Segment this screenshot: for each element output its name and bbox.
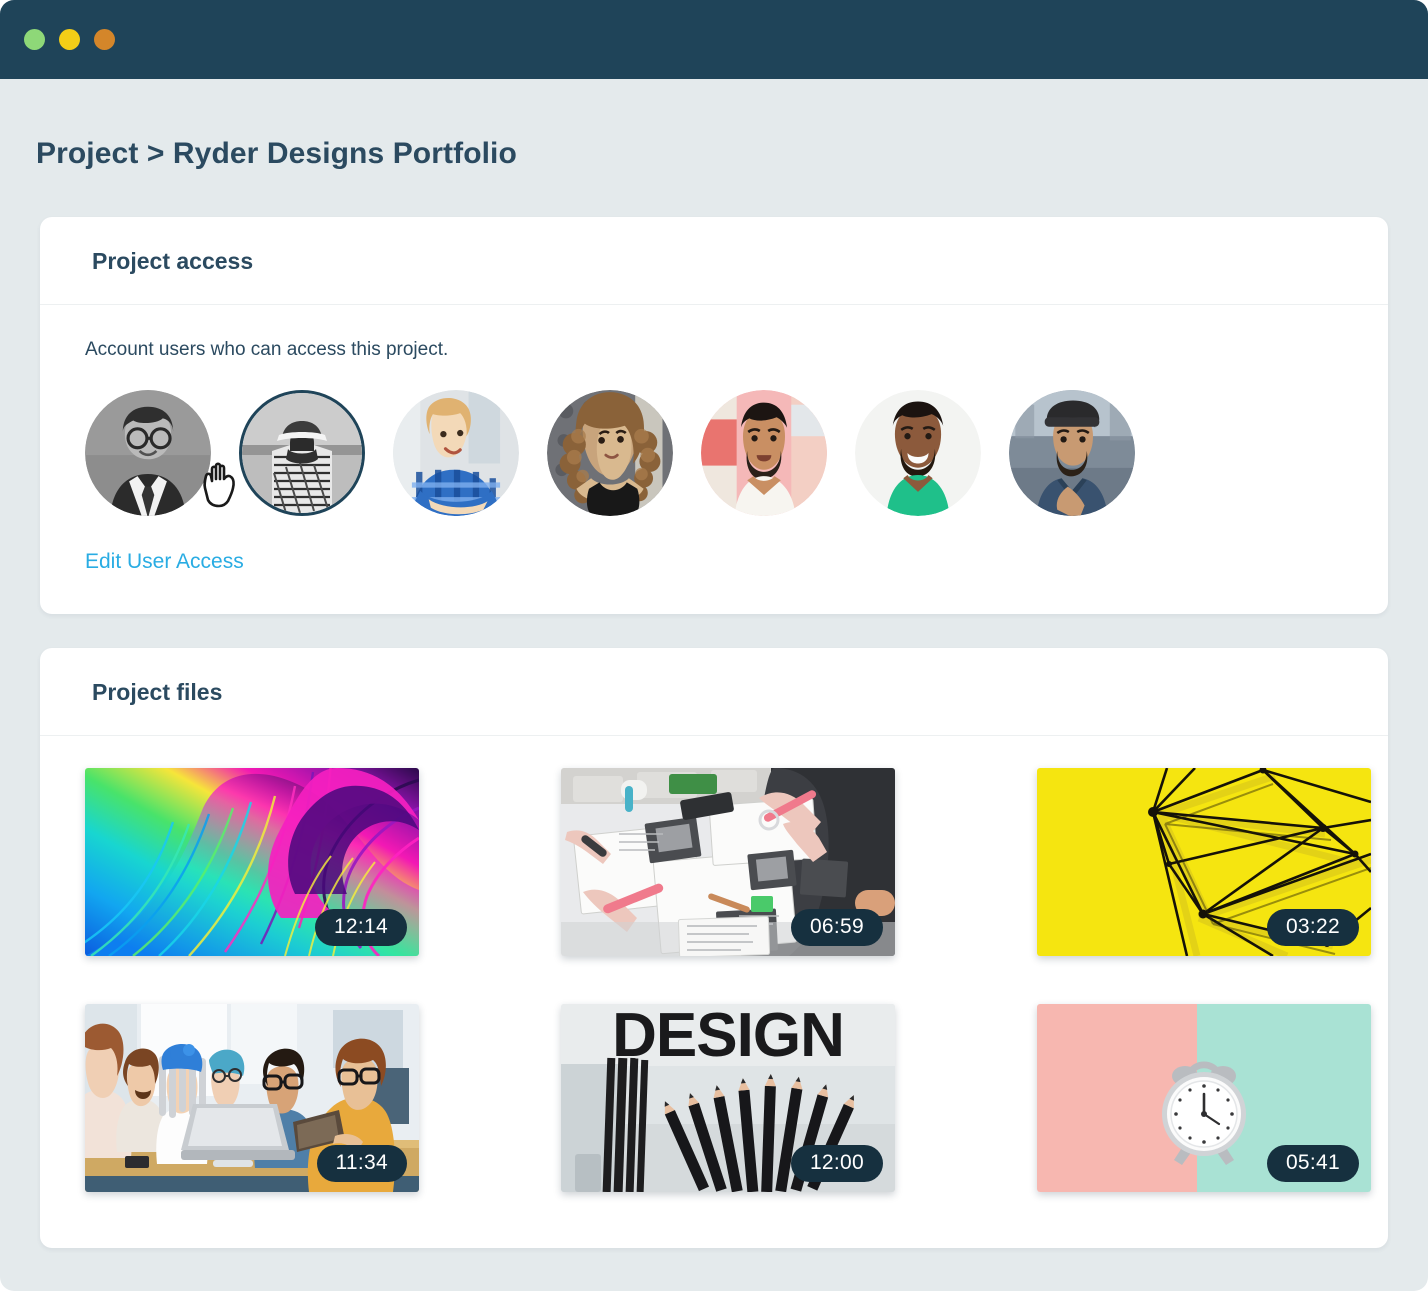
avatar-user-1[interactable] (85, 390, 211, 516)
duration-badge: 05:41 (1266, 1145, 1359, 1182)
project-files-header: Project files (40, 648, 1388, 736)
file-thumbnail-5[interactable]: DESIGN 12:00 (561, 1004, 895, 1192)
file-thumbnail-3[interactable]: 03:22 (1037, 768, 1371, 956)
project-files-card: Project files 12:14 06:59 03:22 11:34 DE… (40, 648, 1388, 1248)
project-access-card: Project access Account users who can acc… (40, 217, 1388, 614)
avatar-user-7[interactable] (1009, 390, 1135, 516)
maximize-button[interactable] (94, 29, 115, 50)
file-thumbnail-4[interactable]: 11:34 (85, 1004, 419, 1192)
avatar-user-4-wrapper (547, 390, 673, 516)
duration-badge: 12:14 (314, 909, 407, 946)
duration-badge: 11:34 (316, 1145, 407, 1182)
avatar-user-5[interactable] (701, 390, 827, 516)
avatar-user-4[interactable] (547, 390, 673, 516)
project-access-header: Project access (40, 217, 1388, 305)
breadcrumb[interactable]: Project > Ryder Designs Portfolio (36, 79, 1388, 171)
file-thumbnail-1[interactable]: 12:14 (85, 768, 419, 956)
project-files-body: 12:14 06:59 03:22 11:34 DESIGN 12:00 05:… (40, 736, 1388, 1248)
project-access-body: Account users who can access this projec… (40, 305, 1388, 614)
file-thumbnail-2[interactable]: 06:59 (561, 768, 895, 956)
file-grid: 12:14 06:59 03:22 11:34 DESIGN 12:00 05:… (85, 768, 1371, 1192)
page-title: Project access (92, 248, 254, 274)
avatar-user-2-wrapper (203, 390, 365, 516)
browser-window: Project > Ryder Designs Portfolio Projec… (0, 0, 1428, 1291)
avatar-user-7-wrapper (1009, 390, 1135, 516)
duration-badge: 03:22 (1266, 909, 1359, 946)
avatar-user-3[interactable] (393, 390, 519, 516)
avatar-user-3-wrapper (393, 390, 519, 516)
project-files-title: Project files (92, 679, 223, 705)
minimize-button[interactable] (59, 29, 80, 50)
page-content: Project > Ryder Designs Portfolio Projec… (0, 79, 1428, 1248)
avatar-user-1-wrapper (85, 390, 211, 516)
avatar-user-6-wrapper (855, 390, 981, 516)
avatar-user-5-wrapper (701, 390, 827, 516)
close-button[interactable] (24, 29, 45, 50)
file-thumbnail-6[interactable]: 05:41 (1037, 1004, 1371, 1192)
access-description: Account users who can access this projec… (85, 339, 449, 360)
duration-badge: 12:00 (790, 1145, 883, 1182)
edit-user-access-link[interactable]: Edit User Access (85, 550, 244, 573)
duration-badge: 06:59 (790, 909, 883, 946)
svg-text:DESIGN: DESIGN (612, 1004, 844, 1070)
avatar-user-6[interactable] (855, 390, 981, 516)
window-titlebar (0, 0, 1428, 79)
traffic-light-controls (24, 29, 115, 50)
avatar-user-2[interactable] (239, 390, 365, 516)
avatar-list (85, 390, 1336, 516)
